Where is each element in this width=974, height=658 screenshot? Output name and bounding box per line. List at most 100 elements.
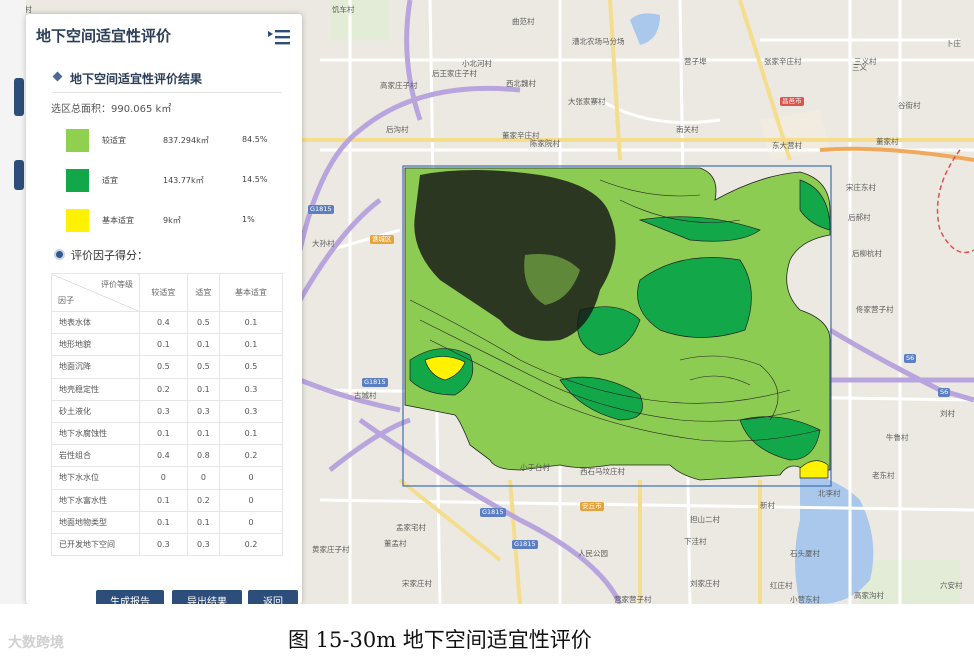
map-label: 南关村 xyxy=(676,125,699,134)
score-cell: 0.1 xyxy=(139,421,188,446)
map-label: 小营东村 xyxy=(790,595,820,604)
diagonal-header-cell: 评价等级 因子 xyxy=(51,273,140,312)
map-label: 董家村 xyxy=(876,137,899,146)
table-row: 岩性组合 0.4 0.8 0.2 xyxy=(51,444,283,468)
score-cell: 0.2 xyxy=(219,532,283,557)
map-label: 黄家庄子村 xyxy=(312,545,350,554)
legend-swatch xyxy=(66,169,89,192)
score-cell: 0 xyxy=(139,466,188,490)
diag-label-bottom: 因子 xyxy=(58,296,74,305)
map-label: 后郝村 xyxy=(848,213,871,222)
table-row: 地面地物类型 0.1 0.1 0 xyxy=(51,510,283,534)
export-results-button[interactable]: 导出结果 xyxy=(172,590,242,604)
result-row: 适宜 143.77k㎡ 14.5% xyxy=(66,169,276,193)
column-header: 适宜 xyxy=(186,273,221,312)
map-label: 谷街村 xyxy=(898,101,921,110)
map-label: 高家庄子村 xyxy=(380,81,418,90)
total-area: 选区总面积：990.065 k㎡ xyxy=(51,100,171,115)
analysis-result-layer xyxy=(402,165,832,487)
figure-caption-area: 大数跨境 图 15-30m 地下空间适宜性评价 xyxy=(0,604,974,658)
map-label: 陈家院村 xyxy=(530,139,560,148)
result-area: 9k㎡ xyxy=(163,216,181,225)
score-cell: 0.1 xyxy=(219,310,283,335)
map-label: 下洼村 xyxy=(684,537,707,546)
map-label: 董孟村 xyxy=(384,539,407,548)
result-percent: 1% xyxy=(242,215,255,224)
score-cell: 0.8 xyxy=(186,444,221,468)
map-label: 宋家庄村 xyxy=(402,579,432,588)
table-row: 地下水腐蚀性 0.1 0.1 0.1 xyxy=(51,421,283,446)
area-value: 990.065 k㎡ xyxy=(111,104,172,115)
result-area: 143.77k㎡ xyxy=(163,176,204,185)
table-row: 地下水水位 0 0 0 xyxy=(51,466,283,490)
map-label: 六安村 xyxy=(940,581,963,590)
map-label: 小于台村 xyxy=(520,463,550,472)
factor-name: 地形地貌 xyxy=(51,333,140,357)
score-cell: 0.1 xyxy=(219,421,283,446)
result-percent: 14.5% xyxy=(242,175,268,184)
score-cell: 0.1 xyxy=(139,333,188,357)
list-menu-icon[interactable] xyxy=(268,28,290,46)
map-label: 西北魏村 xyxy=(506,79,536,88)
factor-name: 地壳稳定性 xyxy=(51,377,140,401)
result-name: 基本适宜 xyxy=(102,216,134,225)
legend-swatch xyxy=(66,209,89,232)
map-label: 卜庄 xyxy=(946,39,961,48)
map-label: 高家沟村 xyxy=(854,591,884,600)
score-cell: 0.1 xyxy=(139,510,188,534)
score-cell: 0.2 xyxy=(139,377,188,401)
district-badge: 昌邑市 xyxy=(780,97,804,106)
score-cell: 0.3 xyxy=(139,532,188,557)
column-header: 基本适宜 xyxy=(219,273,283,312)
map-label: 营家营子村 xyxy=(614,595,652,604)
result-area: 837.294k㎡ xyxy=(163,136,209,145)
table-row: 地形地貌 0.1 0.1 0.1 xyxy=(51,333,283,357)
result-percent: 84.5% xyxy=(242,135,268,144)
watermark: 大数跨境 xyxy=(8,635,64,651)
generate-report-button[interactable]: 生成报告 xyxy=(96,590,164,604)
score-cell: 0 xyxy=(186,466,221,490)
result-row: 较适宜 837.294k㎡ 84.5% xyxy=(66,129,276,153)
score-cell: 0.4 xyxy=(139,310,188,335)
result-heading: 地下空间适宜性评价结果 xyxy=(70,72,203,86)
map-label: 人民公园 xyxy=(578,549,608,558)
legend-swatch xyxy=(66,129,89,152)
area-label: 选区总面积： xyxy=(51,104,111,115)
map-label: 后王家庄子村 xyxy=(432,69,477,78)
factor-name: 地下水水位 xyxy=(51,466,140,490)
factor-name: 已开发地下空间 xyxy=(51,532,140,557)
map-label: 孟家宅村 xyxy=(396,523,426,532)
factor-heading: 评价因子得分： xyxy=(71,249,148,262)
score-cell: 0.1 xyxy=(186,377,221,401)
table-row: 地壳稳定性 0.2 0.1 0.3 xyxy=(51,377,283,401)
column-header: 较适宜 xyxy=(139,273,188,312)
road-shield: G1815 xyxy=(480,508,506,517)
map-label: 大孙村 xyxy=(312,239,335,248)
map-label: 后柳杭村 xyxy=(852,249,882,258)
map-label: 刘家庄村 xyxy=(690,579,720,588)
map-label: 东大营村 xyxy=(772,141,802,150)
panel-title: 地下空间适宜性评价 xyxy=(36,27,172,45)
map-label: 漕北农场马分场 xyxy=(572,37,625,46)
diag-label-top: 评价等级 xyxy=(101,280,133,289)
sidebar-tab[interactable] xyxy=(14,78,24,116)
factor-name: 地下水腐蚀性 xyxy=(51,421,140,446)
result-name: 适宜 xyxy=(102,176,118,185)
result-row: 基本适宜 9k㎡ 1% xyxy=(66,209,276,233)
table-row: 砂土液化 0.3 0.3 0.3 xyxy=(51,399,283,423)
score-cell: 0.5 xyxy=(186,310,221,335)
result-name: 较适宜 xyxy=(102,136,126,145)
score-cell: 0.3 xyxy=(219,399,283,423)
screenshot: 兴旺官村 饥车村 曲范村 漕北农场马分场 三义村 卜庄 小北河村 营子埠 张家辛… xyxy=(0,0,974,604)
map-label: 宋庄东村 xyxy=(846,183,876,192)
factor-name: 地面沉降 xyxy=(51,355,140,379)
score-cell: 0 xyxy=(219,510,283,534)
back-button[interactable]: 返回 xyxy=(248,590,298,604)
score-cell: 0.1 xyxy=(186,421,221,446)
score-cell: 0.3 xyxy=(186,399,221,423)
score-cell: 0.3 xyxy=(186,532,221,557)
district-badge: 谯城区 xyxy=(370,235,394,244)
sidebar-tab[interactable] xyxy=(14,160,24,190)
underlying-sidebar xyxy=(0,0,26,604)
map-label: 三义 xyxy=(852,63,867,72)
